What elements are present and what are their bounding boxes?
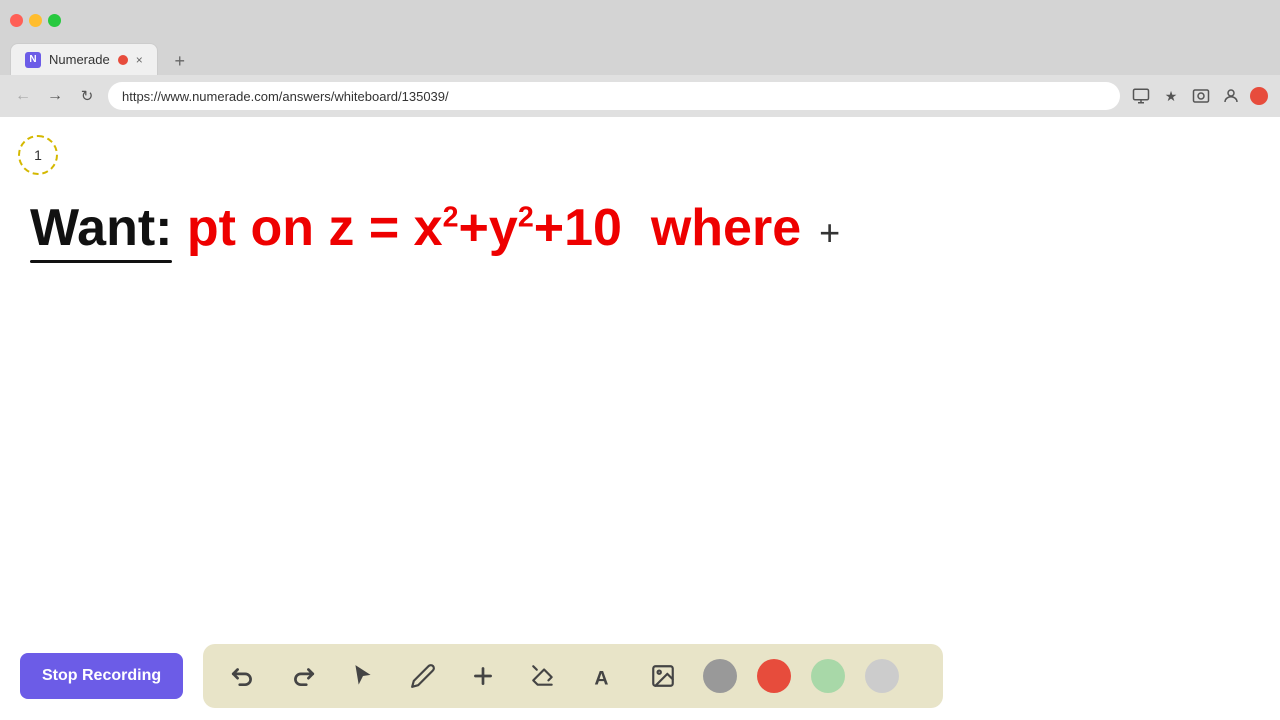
minimize-window-button[interactable]: [29, 14, 42, 27]
cursor-plus: +: [809, 211, 840, 254]
browser-tab[interactable]: N Numerade ×: [10, 43, 158, 75]
want-label: Want:: [30, 197, 172, 259]
redo-button[interactable]: [283, 656, 323, 696]
close-window-button[interactable]: [10, 14, 23, 27]
address-bar-row: ← → ↻ ★: [0, 75, 1280, 117]
add-button[interactable]: [463, 656, 503, 696]
drawing-toolbar: A: [203, 644, 943, 708]
undo-button[interactable]: [223, 656, 263, 696]
traffic-lights: [10, 14, 61, 27]
browser-chrome: N Numerade × + ← → ↻ ★: [0, 0, 1280, 117]
bookmark-button[interactable]: ★: [1160, 85, 1182, 107]
forward-button[interactable]: →: [44, 85, 66, 107]
profile-button[interactable]: [1220, 85, 1242, 107]
tab-bar: N Numerade × +: [0, 40, 1280, 75]
image-button[interactable]: [643, 656, 683, 696]
equation-body: pt on z = x2+y2+10 where: [172, 197, 801, 259]
browser-actions: ★: [1130, 85, 1268, 107]
select-tool-button[interactable]: [343, 656, 383, 696]
whiteboard: 1 Want: pt on z = x2+y2+10 where + Stop …: [0, 117, 1280, 720]
bottom-bar: Stop Recording: [0, 632, 1280, 720]
math-equation: Want: pt on z = x2+y2+10 where +: [30, 197, 840, 259]
svg-text:A: A: [594, 668, 608, 689]
eraser-tool-button[interactable]: [523, 656, 563, 696]
title-bar: [0, 0, 1280, 40]
back-button[interactable]: ←: [12, 85, 34, 107]
refresh-button[interactable]: ↻: [76, 85, 98, 107]
tab-recording-indicator: [118, 55, 128, 65]
tab-title: Numerade: [49, 52, 110, 67]
new-tab-button[interactable]: +: [166, 47, 194, 75]
stop-recording-button[interactable]: Stop Recording: [20, 653, 183, 699]
cast-button[interactable]: [1130, 85, 1152, 107]
underline: [30, 260, 172, 263]
color-gray-button[interactable]: [703, 659, 737, 693]
page-number: 1: [18, 135, 58, 175]
whiteboard-content: Want: pt on z = x2+y2+10 where +: [30, 197, 840, 259]
tab-close-button[interactable]: ×: [136, 53, 143, 67]
pen-tool-button[interactable]: [403, 656, 443, 696]
color-light-green-button[interactable]: [811, 659, 845, 693]
screenshot-button[interactable]: [1190, 85, 1212, 107]
color-red-button[interactable]: [757, 659, 791, 693]
tab-favicon: N: [25, 52, 41, 68]
address-input[interactable]: [108, 82, 1120, 110]
maximize-window-button[interactable]: [48, 14, 61, 27]
color-light-gray-button[interactable]: [865, 659, 899, 693]
numerade-extension-button[interactable]: [1250, 87, 1268, 105]
text-tool-button[interactable]: A: [583, 656, 623, 696]
